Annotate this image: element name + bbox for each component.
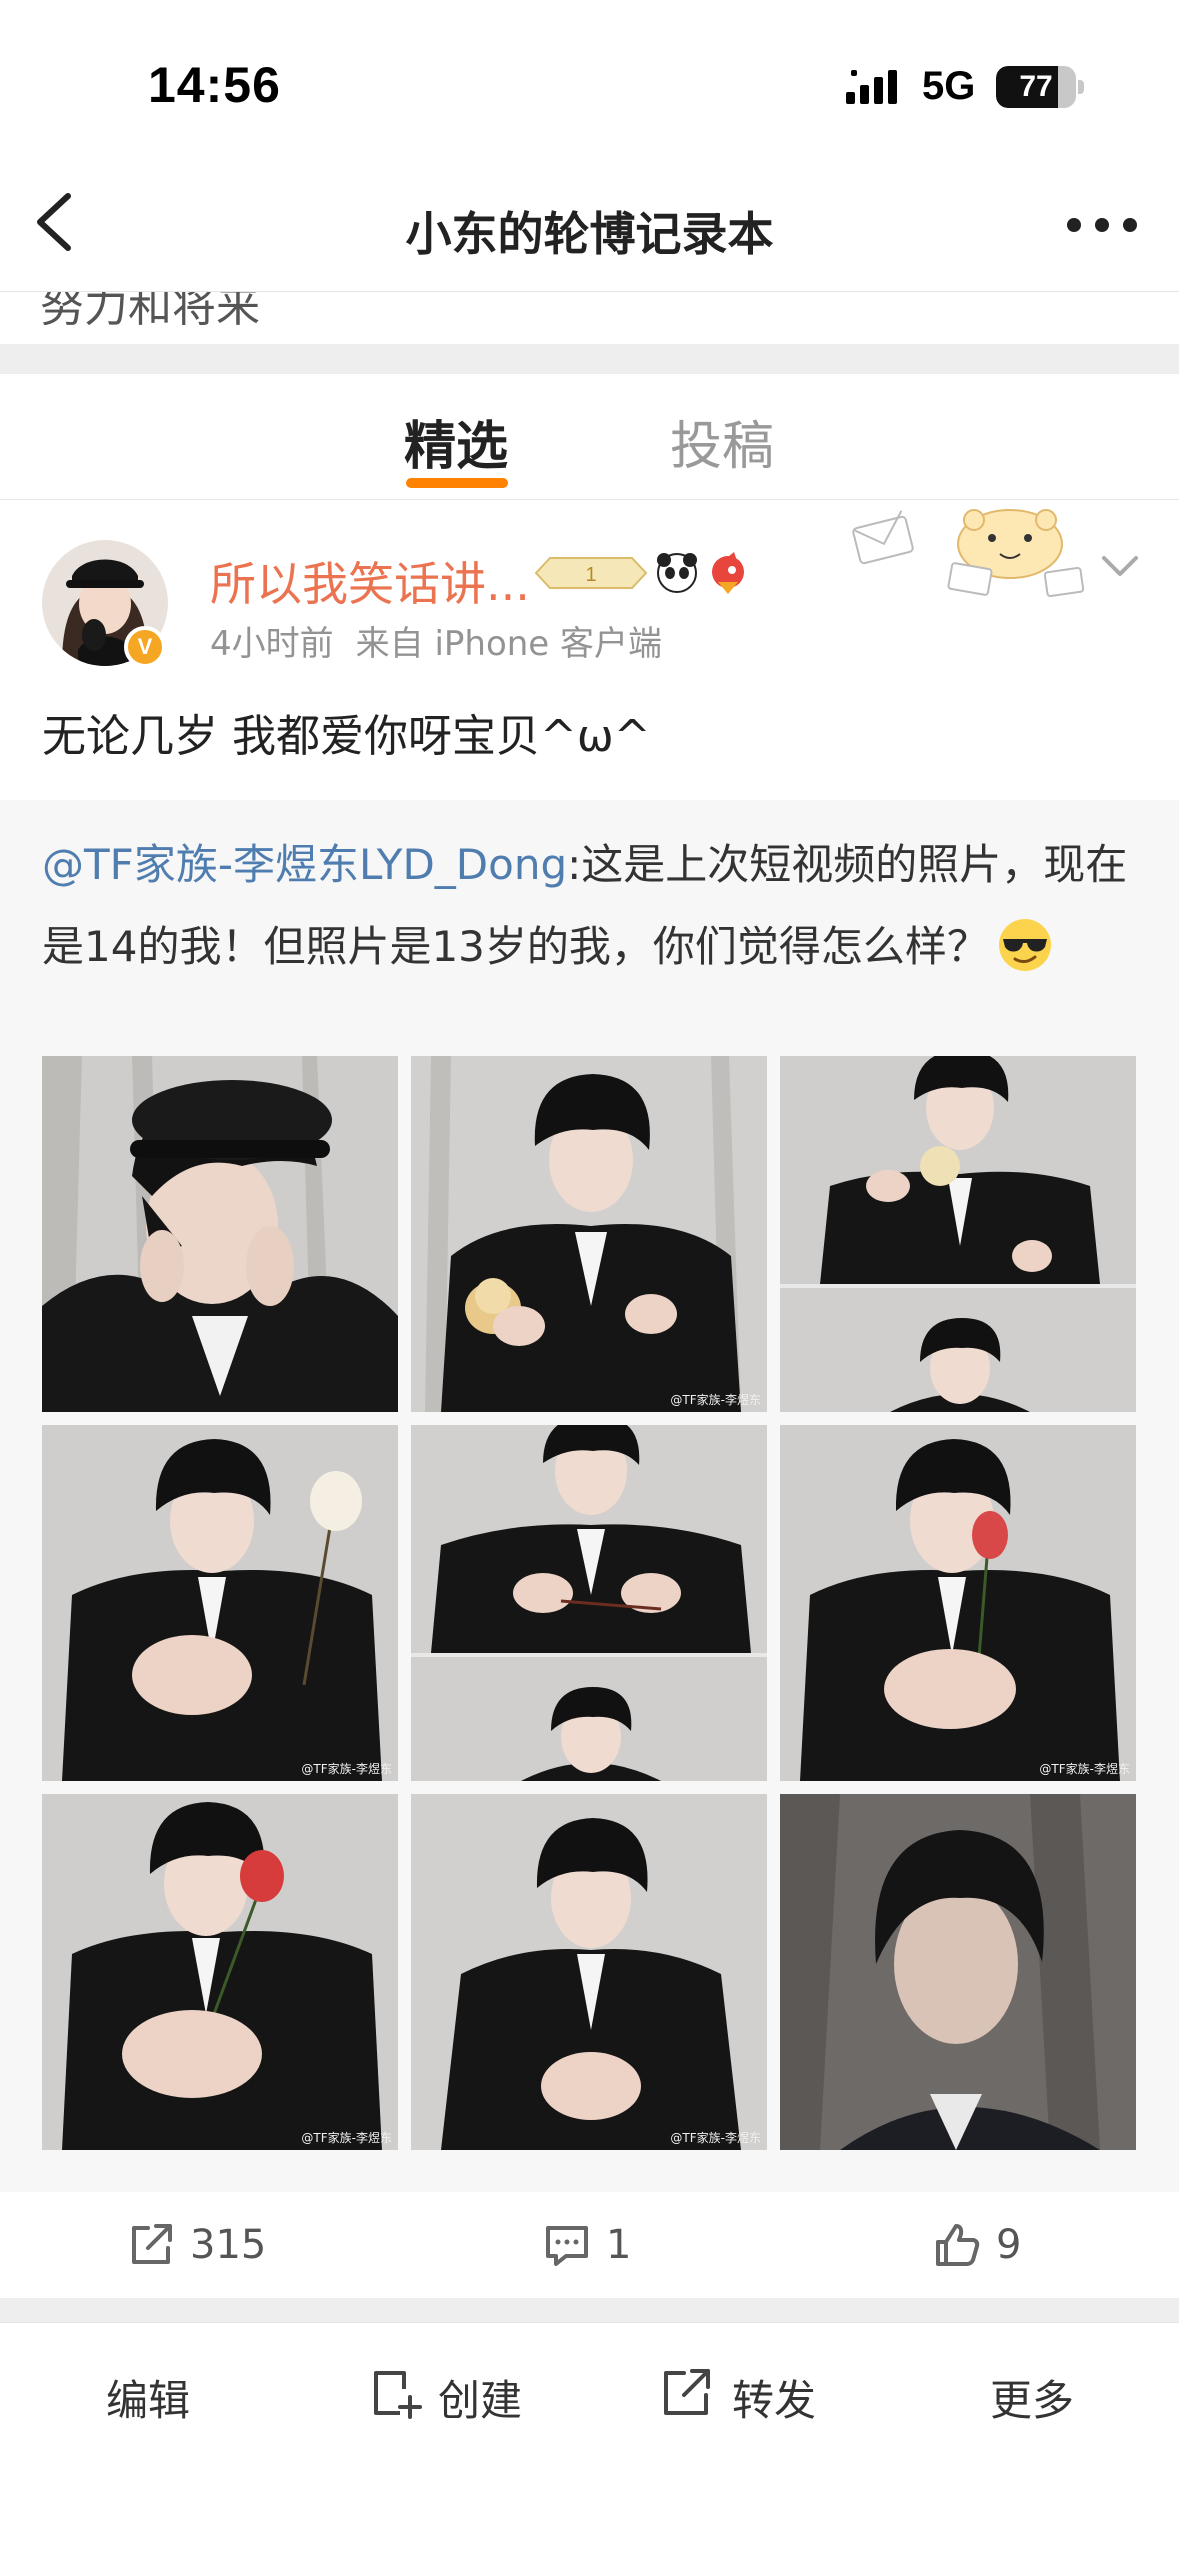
chevron-down-icon[interactable] [1100, 552, 1140, 582]
edit-label: 编辑 [106, 2376, 191, 2425]
tab-featured[interactable]: 精选 [404, 404, 508, 479]
page-title: 小东的轮博记录本 [405, 207, 774, 261]
comment-icon [546, 2226, 588, 2266]
post-time: 4小时前 [210, 624, 334, 664]
repost-text-block: @TF家族-李煜东LYD_Dong:这是上次短视频的照片，现在是14的我！但照片… [42, 824, 1142, 988]
battery-level: 77 [1019, 70, 1053, 103]
more-label: 更多 [990, 2376, 1075, 2425]
mention-link[interactable]: @TF家族-李煜东LYD_Dong [42, 840, 567, 889]
signal-icon [846, 70, 897, 104]
status-bar: 14:56 5G 77 [0, 0, 1179, 150]
photo-watermark: @TF家族-李煜东 [301, 1762, 392, 1776]
battery-icon: 77 [996, 66, 1076, 108]
comment-count: 1 [606, 2222, 632, 2268]
create-icon [374, 2371, 422, 2419]
tab-bar: 精选 投稿 [0, 374, 1179, 500]
network-label: 5G [922, 64, 976, 108]
status-time: 14:56 [148, 57, 281, 113]
photo-watermark: @TF家族-李煜东 [670, 1393, 761, 1407]
tab-submissions[interactable]: 投稿 [670, 404, 774, 479]
bottom-toolbar: 编辑 创建 转发 更多 [0, 2322, 1179, 2556]
tab-active-indicator [406, 478, 508, 488]
thumbs-up-icon [936, 2224, 980, 2266]
photo-grid: @TF家族-李煜东 @TF家族-李煜东 @TF家族-李煜东 @TF家族-李煜东 … [42, 1056, 1136, 2152]
photo-6[interactable]: @TF家族-李煜东 [780, 1425, 1136, 1781]
post-text: 无论几岁 我都爱你呀宝贝^ω^ [42, 711, 651, 762]
username[interactable]: 所以我笑话讲... [210, 548, 530, 614]
section-divider [0, 2298, 1179, 2322]
svg-text:1: 1 [585, 564, 596, 586]
photo-watermark: @TF家族-李煜东 [670, 2131, 761, 2145]
post-source: 来自 iPhone 客户端 [355, 624, 663, 664]
repost-icon [132, 2224, 172, 2264]
photo-watermark: @TF家族-李煜东 [301, 2131, 392, 2145]
create-label: 创建 [438, 2376, 523, 2425]
photo-4[interactable]: @TF家族-李煜东 [42, 1425, 398, 1781]
card-decoration-icon [852, 509, 1085, 598]
verified-badge-icon: V [124, 626, 166, 668]
photo-8[interactable]: @TF家族-李煜东 [411, 1794, 767, 2150]
photo-7[interactable]: @TF家族-李煜东 [42, 1794, 398, 2150]
photo-2[interactable]: @TF家族-李煜东 [411, 1056, 767, 1412]
forward-label: 转发 [732, 2376, 817, 2425]
photo-9[interactable] [780, 1794, 1136, 2150]
share-icon [664, 2369, 710, 2415]
more-options-icon[interactable] [1064, 210, 1140, 240]
photo-5[interactable] [411, 1425, 767, 1781]
sunglasses-emoji-icon [998, 919, 1051, 971]
repost-count: 315 [190, 2222, 267, 2268]
like-count: 9 [996, 2222, 1022, 2268]
post-meta: 4小时前 来自 iPhone 客户端 [210, 616, 662, 665]
photo-3[interactable] [780, 1056, 1136, 1412]
section-divider [0, 344, 1179, 374]
nav-bar: 小东的轮博记录本 [0, 150, 1179, 292]
post-action-bar: 315 1 9 [0, 2192, 1179, 2298]
user-badges-icon[interactable]: 1 [532, 548, 752, 598]
photo-watermark: @TF家族-李煜东 [1039, 1762, 1130, 1776]
photo-1[interactable] [42, 1056, 398, 1412]
